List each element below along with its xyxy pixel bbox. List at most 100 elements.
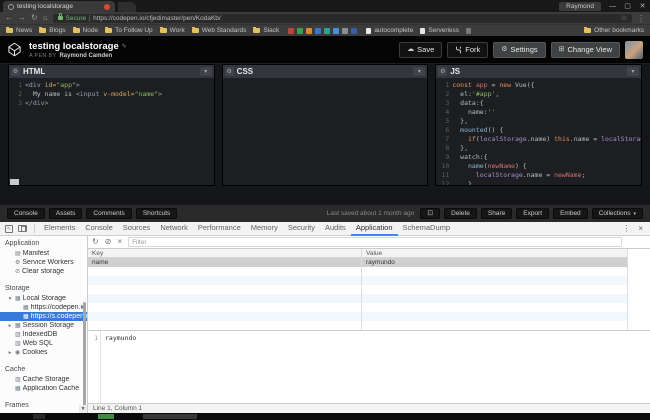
- scroll-down-icon[interactable]: ▼: [79, 405, 87, 413]
- console-tab-shortcuts[interactable]: Shortcuts: [135, 208, 178, 219]
- bookmark-page-item[interactable]: autocomplete: [366, 27, 413, 34]
- faded-bookmark-icon[interactable]: [466, 27, 472, 34]
- key-column-header[interactable]: Key: [88, 249, 362, 257]
- bookmark-folder-item[interactable]: News: [6, 27, 32, 34]
- change-view-button[interactable]: ⊞ Change View: [550, 41, 620, 58]
- devtools-tab-elements[interactable]: Elements: [39, 222, 80, 236]
- devtools-tab-audits[interactable]: Audits: [320, 222, 351, 236]
- devtools-tab-schemadump[interactable]: SchemaDump: [398, 222, 456, 236]
- extension-icon[interactable]: [297, 27, 304, 34]
- profile-chip[interactable]: Raymond: [559, 1, 601, 11]
- bookmark-folder-item[interactable]: Web Standards: [191, 27, 246, 34]
- devtools-menu-icon[interactable]: ⋮: [618, 224, 634, 233]
- bookmark-folder-item[interactable]: Blogs: [39, 27, 66, 34]
- browser-menu-icon[interactable]: ⋮: [637, 14, 645, 23]
- user-avatar[interactable]: [625, 40, 643, 59]
- storage-row[interactable]: name raymundo: [88, 258, 627, 267]
- tab-close-icon[interactable]: [104, 3, 110, 10]
- devtools-tab-security[interactable]: Security: [283, 222, 320, 236]
- devtools-tab-memory[interactable]: Memory: [246, 222, 283, 236]
- expand-arrow-icon[interactable]: ▸: [7, 350, 13, 356]
- settings-button[interactable]: ⚙ Settings: [493, 41, 546, 58]
- editor-layout-button[interactable]: ⊡: [420, 208, 441, 219]
- bookmark-folder-item[interactable]: Node: [72, 27, 98, 34]
- console-tab-assets[interactable]: Assets: [48, 208, 83, 219]
- css-code-editor[interactable]: [223, 78, 428, 185]
- devtools-tab-sources[interactable]: Sources: [118, 222, 156, 236]
- storage-empty-row[interactable]: [88, 276, 627, 285]
- pen-author[interactable]: Raymond Camden: [59, 53, 112, 59]
- devtools-tab-application[interactable]: Application: [350, 222, 398, 236]
- taskbar-item[interactable]: [143, 414, 197, 419]
- other-bookmarks[interactable]: Other bookmarks: [584, 27, 644, 34]
- browser-tab[interactable]: testing localstorage: [3, 1, 115, 12]
- close-button[interactable]: ✕: [635, 0, 650, 12]
- taskbar-item[interactable]: [98, 414, 114, 419]
- value-column-header[interactable]: Value: [362, 249, 627, 257]
- bookmark-folder-item[interactable]: Work: [159, 27, 185, 34]
- js-code-editor[interactable]: 1 const app = new Vue({2 el:'#app', 3 data…: [436, 78, 642, 185]
- new-tab-button[interactable]: [118, 2, 136, 12]
- action-embed-button[interactable]: Embed: [553, 208, 588, 219]
- taskbar-item[interactable]: [33, 414, 45, 419]
- sidebar-item[interactable]: ▾ ▦ Local Storage: [0, 294, 87, 303]
- extension-icon[interactable]: [342, 27, 349, 34]
- chevron-down-icon[interactable]: ▾: [413, 67, 426, 76]
- sidebar-item[interactable]: ⚙ Service Workers: [0, 258, 87, 267]
- devtools-tab-performance[interactable]: Performance: [193, 222, 246, 236]
- sidebar-item[interactable]: ▦ https://codepen.io: [0, 303, 87, 312]
- sidebar-item[interactable]: ▥ Web SQL: [0, 339, 87, 348]
- action-share-button[interactable]: Share: [480, 208, 513, 219]
- extension-icon[interactable]: [288, 27, 295, 34]
- storage-empty-row[interactable]: [88, 294, 627, 303]
- storage-empty-row[interactable]: [88, 267, 627, 276]
- devtools-tab-network[interactable]: Network: [155, 222, 193, 236]
- refresh-icon[interactable]: ↻: [31, 14, 38, 22]
- devtools-close-icon[interactable]: ×: [634, 224, 647, 233]
- storage-empty-row[interactable]: [88, 321, 627, 330]
- expand-arrow-icon[interactable]: ▸: [7, 323, 13, 329]
- sidebar-item[interactable]: ⊘ Clear storage: [0, 267, 87, 276]
- edit-pencil-icon[interactable]: ✎: [122, 43, 127, 50]
- collections-button[interactable]: Collections ▾: [591, 208, 643, 219]
- codepen-logo-icon[interactable]: [7, 42, 22, 57]
- extension-icon[interactable]: [333, 27, 340, 34]
- preview-text[interactable]: raymundo: [101, 331, 136, 403]
- device-toolbar-icon[interactable]: [18, 225, 27, 232]
- sidebar-item[interactable]: ▤ Manifest: [0, 249, 87, 258]
- html-code-editor[interactable]: 1 <div id="app"> 2 My name is <input v-mod…: [9, 78, 214, 185]
- storage-empty-row[interactable]: [88, 303, 627, 312]
- sidebar-item[interactable]: ▦ Application Cache: [0, 384, 87, 393]
- bookmark-star-icon[interactable]: ☆: [621, 14, 627, 22]
- editor-gear-icon[interactable]: ⚙: [438, 67, 448, 76]
- omnibox[interactable]: Secure https://codepen.io/cfjedimaster/p…: [52, 13, 632, 23]
- minimize-button[interactable]: —: [605, 0, 620, 12]
- console-tab-console[interactable]: Console: [7, 208, 45, 219]
- sidebar-item[interactable]: ▸ ◉ Cookies: [0, 348, 87, 357]
- storage-empty-row[interactable]: [88, 312, 627, 321]
- windows-taskbar[interactable]: [0, 413, 650, 420]
- forward-icon[interactable]: →: [18, 14, 26, 22]
- extension-icon[interactable]: [351, 27, 358, 34]
- extension-icon[interactable]: [324, 27, 331, 34]
- bookmark-folder-item[interactable]: To Follow Up: [105, 27, 153, 34]
- home-icon[interactable]: ⌂: [43, 14, 48, 22]
- extension-icon[interactable]: [315, 27, 322, 34]
- extension-icon[interactable]: [306, 27, 313, 34]
- bookmark-page-item[interactable]: Serverless: [420, 27, 459, 34]
- devtools-tab-console[interactable]: Console: [80, 222, 118, 236]
- storage-empty-row[interactable]: [88, 285, 627, 294]
- sidebar-item[interactable]: ▸ ▦ Session Storage: [0, 321, 87, 330]
- editor-gear-icon[interactable]: ⚙: [224, 67, 234, 76]
- filter-input[interactable]: [128, 237, 622, 247]
- editor-gear-icon[interactable]: ⚙: [11, 67, 20, 76]
- fork-button[interactable]: Fork: [447, 41, 489, 58]
- sidebar-item[interactable]: ▦ https://s.codepen.io: [0, 312, 87, 321]
- bookmark-folder-item[interactable]: Slack: [253, 27, 279, 34]
- sidebar-item[interactable]: ▥ IndexedDB: [0, 330, 87, 339]
- chevron-down-icon[interactable]: ▾: [627, 67, 640, 76]
- back-icon[interactable]: ←: [5, 14, 13, 22]
- console-tab-comments[interactable]: Comments: [86, 208, 132, 219]
- delete-selected-icon[interactable]: ×: [117, 238, 122, 246]
- action-export-button[interactable]: Export: [516, 208, 550, 219]
